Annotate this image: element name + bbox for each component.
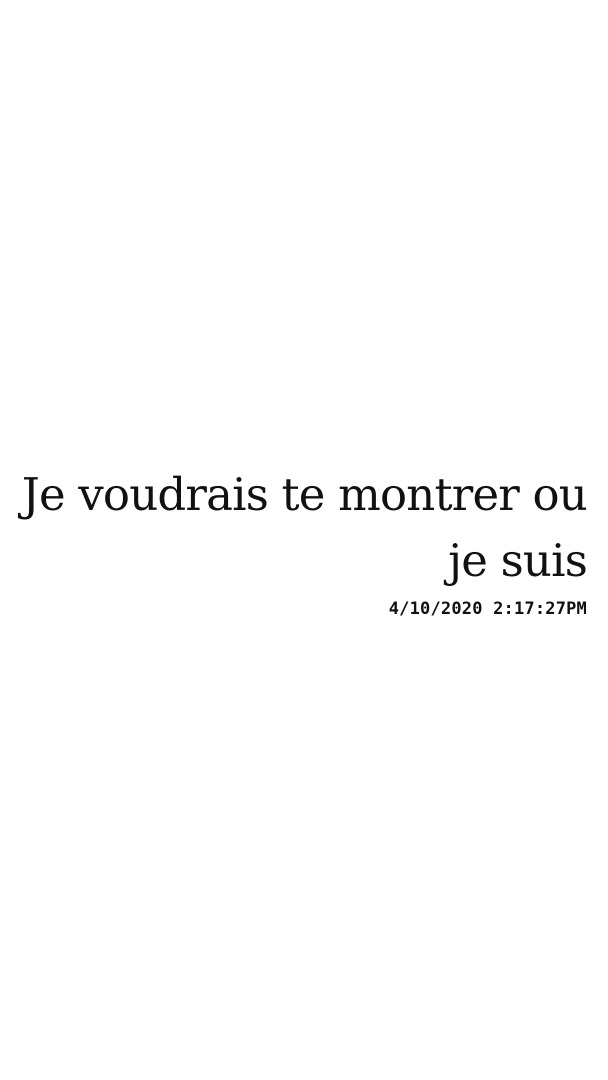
message-text: Je voudrais te montrer ou je suis <box>21 468 588 587</box>
message-block: Je voudrais te montrer ou je suis 4/10/2… <box>17 462 588 620</box>
message-screen: Je voudrais te montrer ou je suis 4/10/2… <box>0 0 608 1080</box>
message-timestamp: 4/10/2020 2:17:27PM <box>388 599 587 619</box>
